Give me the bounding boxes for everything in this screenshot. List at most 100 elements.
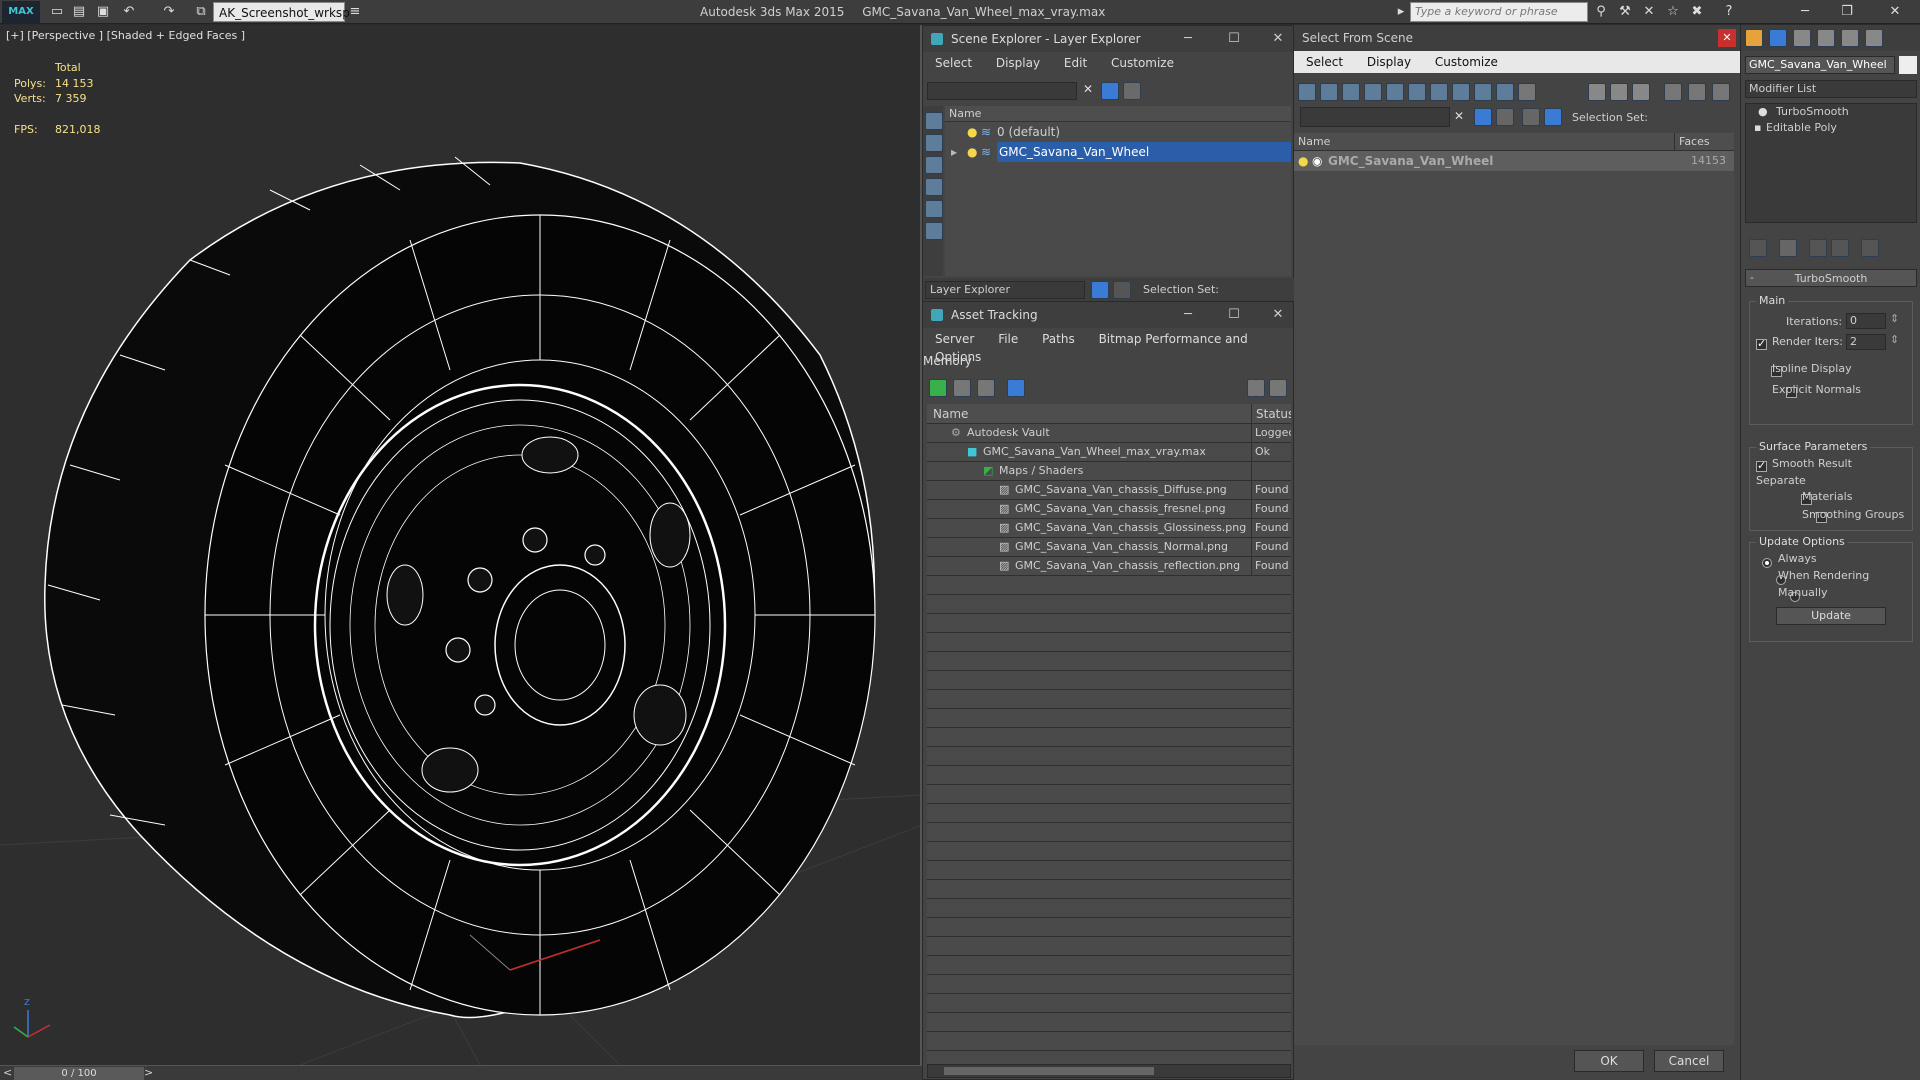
smooth-result-checkbox[interactable] <box>1756 459 1767 472</box>
display-bones-icon[interactable] <box>1496 83 1514 101</box>
options-icon[interactable] <box>1712 83 1730 101</box>
iterations-spinner[interactable]: 0 <box>1846 313 1886 329</box>
horizontal-scrollbar[interactable] <box>927 1064 1291 1078</box>
pin-stack-icon[interactable] <box>1749 239 1767 257</box>
next-frame-button[interactable]: > <box>144 1066 153 1079</box>
menu-file[interactable]: File <box>998 332 1018 346</box>
display-all-icon[interactable] <box>1518 83 1536 101</box>
scene-object-row[interactable]: ● ◉ GMC_Savana_Van_Wheel 14153 <box>1294 151 1734 171</box>
column-header-status[interactable]: Status <box>1251 404 1291 424</box>
create-tab-icon[interactable] <box>1745 29 1763 47</box>
display-none-icon[interactable] <box>925 112 943 130</box>
display-shapes-icon[interactable] <box>925 156 943 174</box>
minimize-icon[interactable]: ─ <box>1796 3 1814 21</box>
layer-explorer-icon[interactable] <box>1091 281 1109 299</box>
table-row[interactable]: ▨ GMC_Savana_Van_chassis_Glossiness.png … <box>927 519 1291 538</box>
display-cameras-icon[interactable] <box>1386 83 1404 101</box>
asset-tracking-titlebar[interactable]: Asset Tracking ─ ☐ ✕ <box>923 302 1293 328</box>
column-header-name[interactable]: Name <box>1298 133 1330 151</box>
render-iters-checkbox[interactable] <box>1756 337 1767 350</box>
select-scene-titlebar[interactable]: Select From Scene ✕ <box>1294 25 1740 51</box>
display-shapes-icon[interactable] <box>1342 83 1360 101</box>
menu-options[interactable]: Options <box>935 350 981 364</box>
make-unique-icon[interactable] <box>1809 239 1827 257</box>
hierarchy-icon[interactable] <box>1544 108 1562 126</box>
workspace-dropdown[interactable]: AK_Screenshot_wrksp <box>213 2 350 22</box>
filter-icon[interactable] <box>1474 108 1492 126</box>
display-tab-icon[interactable] <box>1841 29 1859 47</box>
favorites-icon[interactable]: ☆ <box>1664 3 1682 21</box>
save-file-icon[interactable]: ▣ <box>94 3 112 21</box>
column-header-name[interactable]: Name <box>945 106 1291 122</box>
redo-icon[interactable]: ↷ <box>160 3 178 21</box>
display-groups-icon[interactable] <box>1452 83 1470 101</box>
select-search-input[interactable] <box>1300 107 1450 127</box>
display-geometry-icon[interactable] <box>1320 83 1338 101</box>
table-row[interactable]: ▨ GMC_Savana_Van_chassis_fresnel.png Fou… <box>927 500 1291 519</box>
prev-frame-button[interactable]: < <box>3 1066 12 1079</box>
help-icon[interactable]: ? <box>1720 3 1738 21</box>
undo-icon[interactable]: ↶ <box>120 3 138 21</box>
close-icon[interactable]: ✕ <box>1267 26 1289 52</box>
select-none-icon[interactable] <box>1610 83 1628 101</box>
display-geometry-icon[interactable] <box>925 134 943 152</box>
menu-select[interactable]: Select <box>1306 55 1343 69</box>
layer-filter-icon[interactable] <box>1123 82 1141 100</box>
open-file-icon[interactable]: ▤ <box>70 3 88 21</box>
menu-paths[interactable]: Paths <box>1042 332 1075 346</box>
select-all-icon[interactable] <box>1588 83 1606 101</box>
help-icon[interactable] <box>1247 379 1265 397</box>
table-row[interactable]: ⚙ Autodesk Vault Logged <box>927 424 1291 443</box>
expand-arrow-icon[interactable]: ▸ <box>951 142 957 162</box>
layer-row[interactable]: ▸ ● ≋ GMC_Savana_Van_Wheel <box>945 142 1291 162</box>
turbosmooth-rollout-header[interactable]: - TurboSmooth <box>1745 269 1917 287</box>
table-row[interactable]: ▨ GMC_Savana_Van_chassis_reflection.png … <box>927 557 1291 576</box>
display-lights-icon[interactable] <box>925 178 943 196</box>
exchange-icon[interactable]: ✕ <box>1640 3 1658 21</box>
scrollbar-thumb[interactable] <box>944 1067 1154 1075</box>
project-folder-icon[interactable]: ⧉ <box>192 3 210 21</box>
display-helpers-icon[interactable] <box>1408 83 1426 101</box>
layer-icon[interactable] <box>1496 108 1514 126</box>
remove-modifier-icon[interactable] <box>1831 239 1849 257</box>
display-xrefs-icon[interactable] <box>1474 83 1492 101</box>
binoculars-icon[interactable]: ⚲ <box>1592 3 1610 21</box>
cancel-button[interactable]: Cancel <box>1654 1050 1724 1072</box>
stack-item-editable-poly[interactable]: ▪ Editable Poly <box>1746 120 1916 136</box>
display-none-icon[interactable] <box>1298 83 1316 101</box>
display-cameras-icon[interactable] <box>925 200 943 218</box>
app-logo-icon[interactable]: MAX <box>2 1 40 23</box>
light-bulb-icon[interactable]: ● <box>967 122 977 142</box>
workspace-menu-icon[interactable]: ≡ <box>346 3 364 21</box>
light-bulb-icon[interactable]: ● <box>1758 104 1768 120</box>
new-file-icon[interactable]: ▭ <box>48 3 66 21</box>
object-color-swatch[interactable] <box>1899 56 1917 74</box>
display-spacewarps-icon[interactable] <box>1430 83 1448 101</box>
perspective-viewport[interactable]: [+] [Perspective ] [Shaded + Edged Faces… <box>0 25 922 1065</box>
maximize-icon[interactable]: ☐ <box>1223 302 1245 328</box>
configure-sets-icon[interactable] <box>1861 239 1879 257</box>
clear-search-icon[interactable]: ✕ <box>1083 82 1093 96</box>
layers-icon[interactable] <box>1522 108 1540 126</box>
restore-icon[interactable]: ❐ <box>1838 3 1856 21</box>
table-view-icon[interactable] <box>1007 379 1025 397</box>
minimize-icon[interactable]: ─ <box>1177 302 1199 328</box>
menu-server[interactable]: Server <box>935 332 974 346</box>
column-header-name[interactable]: Name <box>933 404 968 424</box>
show-end-result-icon[interactable] <box>1779 239 1797 257</box>
modify-tab-icon[interactable] <box>1769 29 1787 47</box>
menu-customize[interactable]: Customize <box>1435 55 1498 69</box>
light-bulb-icon[interactable]: ● <box>1298 151 1308 171</box>
clear-search-icon[interactable]: ✕ <box>1454 109 1464 123</box>
minimize-icon[interactable]: ─ <box>1177 26 1199 52</box>
time-slider[interactable]: 0 / 100 <box>14 1067 144 1080</box>
utilities-tab-icon[interactable] <box>1865 29 1883 47</box>
connect-icon[interactable]: ✖ <box>1688 3 1706 21</box>
table-row[interactable]: ▨ GMC_Savana_Van_chassis_Normal.png Foun… <box>927 538 1291 557</box>
stack-item-turbosmooth[interactable]: ● TurboSmooth <box>1746 104 1916 120</box>
refresh-icon[interactable] <box>929 379 947 397</box>
display-helpers-icon[interactable] <box>925 222 943 240</box>
motion-tab-icon[interactable] <box>1817 29 1835 47</box>
update-button[interactable]: Update <box>1776 607 1886 625</box>
select-invert-icon[interactable] <box>1632 83 1650 101</box>
